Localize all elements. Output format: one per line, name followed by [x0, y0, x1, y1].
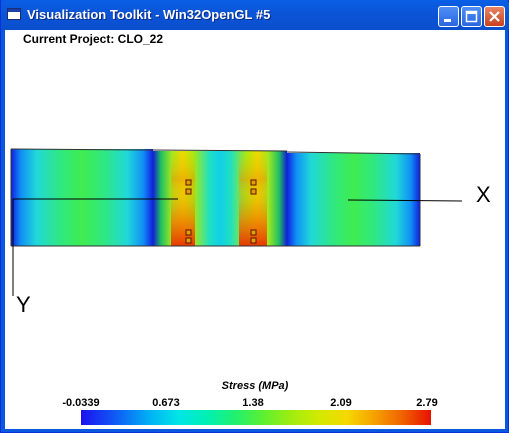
window-icon[interactable] [7, 8, 21, 20]
right-segment [287, 153, 420, 246]
tick-label: 1.38 [242, 397, 264, 409]
stress-model-render [10, 148, 463, 296]
minimize-icon [444, 19, 451, 22]
minimize-button[interactable] [438, 6, 459, 27]
render-viewport[interactable]: Current Project: CLO_22 X Y Stress (MPa)… [5, 30, 505, 429]
tick-label: 0.673 [152, 397, 180, 409]
x-axis-label: X [476, 182, 491, 207]
left-segment [11, 149, 153, 246]
scalar-bar-title: Stress (MPa) [221, 380, 289, 392]
y-axis-label: Y [16, 292, 31, 317]
maximize-button[interactable] [461, 6, 482, 27]
close-icon [489, 11, 500, 22]
title-bar[interactable]: Visualization Toolkit - Win32OpenGL #5 [1, 0, 509, 30]
scalar-bar-ticks: -0.0339 0.673 1.38 2.09 2.79 [61, 397, 445, 411]
tick-label: -0.0339 [62, 397, 100, 409]
app-window: Visualization Toolkit - Win32OpenGL #5 C… [0, 0, 509, 433]
tick-label: 2.79 [416, 397, 438, 409]
window-title: Visualization Toolkit - Win32OpenGL #5 [27, 7, 271, 22]
scalar-color-bar [81, 410, 431, 425]
maximize-icon [465, 10, 478, 23]
tick-label: 2.09 [330, 397, 352, 409]
close-button[interactable] [484, 6, 505, 27]
